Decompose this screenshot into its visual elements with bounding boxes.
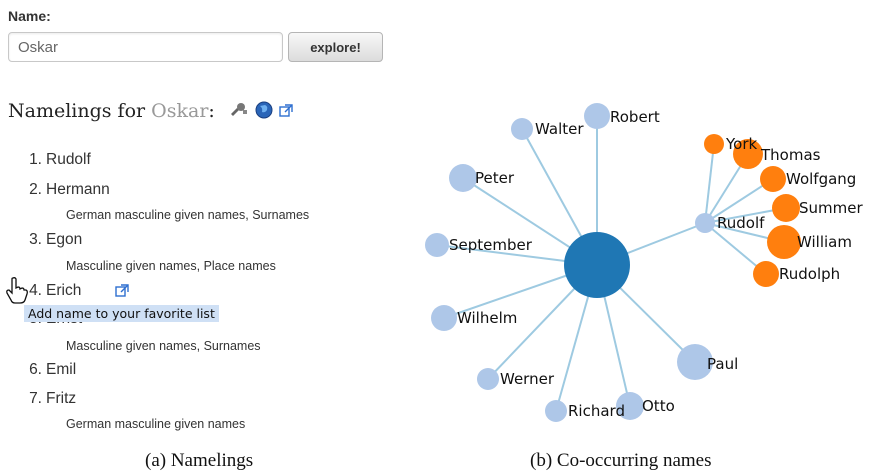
item-name: Erich xyxy=(46,282,82,299)
node-label: Thomas xyxy=(760,146,821,164)
namelings-heading: Namelings for Oskar: xyxy=(8,100,293,124)
node-label: Walter xyxy=(535,120,584,138)
heading-suffix: : xyxy=(208,100,215,122)
node-label: Wolfgang xyxy=(786,170,856,188)
graph-node xyxy=(695,213,715,233)
heading-name: Oskar xyxy=(151,100,209,122)
graph-node xyxy=(545,400,567,422)
node-label: Wilhelm xyxy=(457,309,517,327)
globe-icon[interactable] xyxy=(255,101,273,124)
graph-node xyxy=(431,305,457,331)
item-number: 3. xyxy=(29,231,42,248)
graph-node xyxy=(584,103,610,129)
node-label: Rudolf xyxy=(717,214,765,232)
caption-left: (a) Namelings xyxy=(145,450,254,471)
item-name: Emil xyxy=(46,361,77,378)
item-name: Egon xyxy=(46,231,83,248)
caption-right: (b) Co-occurring names xyxy=(530,450,712,471)
list-item[interactable]: 3. Egon xyxy=(20,231,82,249)
graph-node-center xyxy=(564,232,630,298)
node-label: Rudolph xyxy=(779,265,840,283)
graph-node xyxy=(425,233,449,257)
explore-button[interactable]: explore! xyxy=(288,32,383,62)
item-name: Hermann xyxy=(46,181,110,198)
item-categories: German masculine given names, Surnames xyxy=(66,208,310,222)
favorite-tooltip: Add name to your favorite list xyxy=(24,305,219,322)
item-categories: Masculine given names, Surnames xyxy=(66,339,261,353)
heading-prefix: Namelings for xyxy=(8,100,152,122)
node-label: William xyxy=(797,233,852,251)
list-item[interactable]: 1. Rudolf xyxy=(20,151,91,169)
item-name: Fritz xyxy=(46,390,77,407)
item-categories: German masculine given names xyxy=(66,417,246,431)
item-categories: Masculine given names, Place names xyxy=(66,259,276,273)
node-label: Robert xyxy=(610,108,660,126)
graph-node xyxy=(767,225,801,259)
node-label: Paul xyxy=(707,355,738,373)
item-number: 6. xyxy=(29,361,42,378)
external-link-icon[interactable] xyxy=(115,284,129,303)
graph-node xyxy=(511,118,533,140)
node-label: Otto xyxy=(642,397,675,415)
graph-node xyxy=(753,261,779,287)
hand-cursor-icon[interactable] xyxy=(5,276,29,309)
external-link-icon[interactable] xyxy=(279,101,293,123)
graph-node xyxy=(477,368,499,390)
list-item[interactable]: 6. Emil xyxy=(20,361,76,379)
name-label: Name: xyxy=(8,8,51,24)
graph-node xyxy=(449,164,477,192)
tool-icon[interactable] xyxy=(229,101,249,123)
node-label: Werner xyxy=(500,370,555,388)
graph-labels: Robert Walter Peter September Wilhelm We… xyxy=(449,108,863,420)
graph-node xyxy=(760,166,786,192)
graph-node xyxy=(772,194,800,222)
item-number: 7. xyxy=(29,390,42,407)
node-label: September xyxy=(449,236,533,254)
item-number: 1. xyxy=(29,151,42,168)
co-occurrence-graph: Robert Walter Peter September Wilhelm We… xyxy=(425,103,863,422)
list-item[interactable]: 7. Fritz xyxy=(20,390,76,408)
node-label: Peter xyxy=(475,169,515,187)
node-label: Richard xyxy=(568,402,625,420)
name-input[interactable] xyxy=(8,32,283,62)
item-name: Rudolf xyxy=(46,151,91,168)
list-item[interactable]: 4. Erich xyxy=(20,282,81,300)
node-label: Summer xyxy=(799,199,863,217)
node-label: York xyxy=(725,135,758,153)
list-item[interactable]: 2. Hermann xyxy=(20,181,110,199)
item-number: 2. xyxy=(29,181,42,198)
graph-node xyxy=(704,134,724,154)
